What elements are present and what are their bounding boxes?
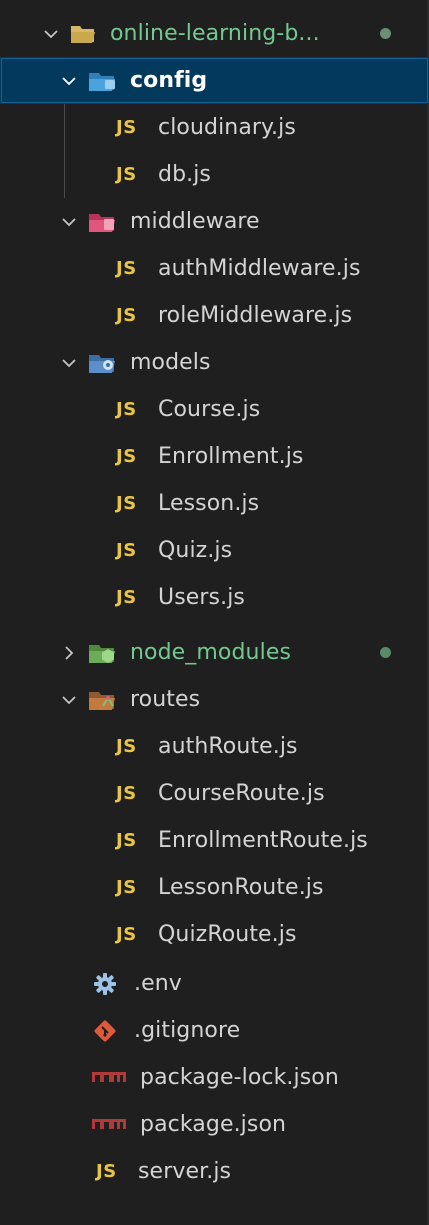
chevron-down-icon[interactable] (58, 689, 80, 711)
config-folder-icon (88, 68, 118, 94)
file-row[interactable]: JS QuizRoute.js (0, 911, 429, 958)
file-label: package.json (140, 1112, 287, 1137)
javascript-file-icon: JS (116, 117, 137, 138)
folder-middleware-row[interactable]: middleware (0, 198, 429, 245)
file-row[interactable]: JS Lesson.js (0, 480, 429, 527)
javascript-file-icon: JS (116, 736, 137, 757)
folder-config-row[interactable]: config (0, 57, 429, 104)
javascript-file-icon: JS (116, 830, 137, 851)
file-label: authRoute.js (158, 734, 298, 759)
file-package-row[interactable]: package.json (0, 1101, 429, 1148)
folder-node-modules-row[interactable]: node_modules (0, 629, 429, 676)
root-folder-row[interactable]: online-learning-b... (0, 10, 429, 57)
chevron-down-icon[interactable] (40, 23, 62, 45)
file-package-lock-row[interactable]: package-lock.json (0, 1054, 429, 1101)
chevron-right-icon[interactable] (58, 642, 80, 664)
chevron-down-icon[interactable] (58, 352, 80, 374)
file-row[interactable]: JS cloudinary.js (0, 104, 429, 151)
folder-node-modules-label: node_modules (130, 640, 292, 665)
chevron-down-icon[interactable] (58, 211, 80, 233)
file-row[interactable]: JS Course.js (0, 386, 429, 433)
folder-config-label: config (130, 68, 208, 93)
file-explorer: online-learning-b... config JS cloudinar… (0, 0, 429, 1225)
folder-models-label: models (130, 350, 211, 375)
file-row[interactable]: JS Enrollment.js (0, 433, 429, 480)
file-row[interactable]: JS LessonRoute.js (0, 864, 429, 911)
git-icon (92, 1018, 118, 1044)
modified-dot-icon (380, 28, 391, 39)
javascript-file-icon: JS (116, 540, 137, 561)
file-row[interactable]: JS Quiz.js (0, 527, 429, 574)
javascript-file-icon: JS (116, 877, 137, 898)
file-row[interactable]: JS db.js (0, 151, 429, 198)
javascript-file-icon: JS (116, 164, 137, 185)
file-row[interactable]: JS CourseRoute.js (0, 770, 429, 817)
javascript-file-icon: JS (116, 924, 137, 945)
javascript-file-icon: JS (96, 1161, 117, 1182)
file-server-row[interactable]: JS server.js (0, 1148, 429, 1195)
file-label: Users.js (158, 585, 245, 610)
file-label: Lesson.js (158, 491, 260, 516)
gear-icon (92, 971, 118, 997)
file-label: package-lock.json (140, 1065, 339, 1090)
folder-models-row[interactable]: models (0, 339, 429, 386)
chevron-down-icon[interactable] (58, 70, 80, 92)
routes-folder-icon (88, 687, 118, 713)
file-row[interactable]: JS Users.js (0, 574, 429, 621)
javascript-file-icon: JS (116, 399, 137, 420)
file-label: authMiddleware.js (158, 256, 361, 281)
javascript-file-icon: JS (116, 783, 137, 804)
javascript-file-icon: JS (116, 305, 137, 326)
file-label: .env (134, 971, 182, 996)
javascript-file-icon: JS (116, 446, 137, 467)
modified-dot-icon (380, 647, 391, 658)
file-row[interactable]: JS authMiddleware.js (0, 245, 429, 292)
file-label: Course.js (158, 397, 261, 422)
models-folder-icon (88, 350, 118, 376)
node-modules-folder-icon (88, 640, 118, 666)
file-row[interactable]: JS EnrollmentRoute.js (0, 817, 429, 864)
file-row[interactable]: JS authRoute.js (0, 723, 429, 770)
file-label: cloudinary.js (158, 115, 296, 140)
javascript-file-icon: JS (116, 587, 137, 608)
folder-middleware-label: middleware (130, 209, 260, 234)
folder-routes-row[interactable]: routes (0, 676, 429, 723)
npm-icon (92, 1112, 126, 1138)
file-label: server.js (138, 1159, 232, 1184)
file-gitignore-row[interactable]: .gitignore (0, 1007, 429, 1054)
middleware-folder-icon (88, 209, 118, 235)
file-label: Quiz.js (158, 538, 233, 563)
folder-open-icon (70, 21, 96, 47)
root-folder-label: online-learning-b... (110, 21, 320, 46)
npm-icon (92, 1065, 126, 1091)
file-label: CourseRoute.js (158, 781, 325, 806)
file-env-row[interactable]: .env (0, 960, 429, 1007)
file-row[interactable]: JS roleMiddleware.js (0, 292, 429, 339)
file-label: roleMiddleware.js (158, 303, 353, 328)
folder-routes-label: routes (130, 687, 201, 712)
file-label: db.js (158, 162, 211, 187)
file-label: Enrollment.js (158, 444, 304, 469)
file-label: LessonRoute.js (158, 875, 324, 900)
javascript-file-icon: JS (116, 258, 137, 279)
javascript-file-icon: JS (116, 493, 137, 514)
file-label: QuizRoute.js (158, 922, 297, 947)
file-label: EnrollmentRoute.js (158, 828, 368, 853)
file-label: .gitignore (134, 1018, 241, 1043)
